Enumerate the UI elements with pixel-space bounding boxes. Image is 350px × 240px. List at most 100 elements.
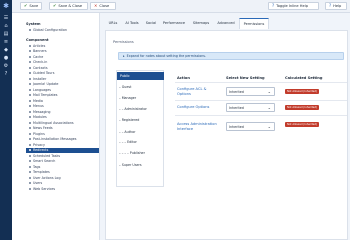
sidebar-item-installer[interactable]: Installer	[26, 76, 99, 81]
menus-icon[interactable]: ≡	[0, 38, 12, 46]
system-icon[interactable]: ⚙	[0, 62, 12, 70]
table-divider	[175, 100, 347, 101]
toolbar: ✔ Save ✔ Save & Close ✕ Close ? Toggle I…	[12, 0, 350, 13]
sidebar-item-mail-templates[interactable]: Mail Templates	[26, 93, 99, 98]
sidebar-item-label: Guided Tours	[33, 71, 55, 75]
sidebar-item-cache[interactable]: Cache	[26, 54, 99, 59]
sidebar-item-modules[interactable]: Modules	[26, 115, 99, 120]
list-bullet-icon	[29, 99, 31, 102]
list-bullet-icon	[29, 154, 31, 157]
tab-social[interactable]: Social	[143, 18, 159, 29]
list-bullet-icon	[29, 77, 31, 80]
sidebar-item-label: Check-in	[33, 60, 48, 64]
joomla-logo-icon[interactable]: ✱	[2, 2, 10, 10]
tab-urls[interactable]: URLs	[105, 18, 121, 29]
sidebar-item-contacts[interactable]: Contacts	[26, 65, 99, 70]
sidebar-item-scheduled-tasks[interactable]: Scheduled Tasks	[26, 153, 99, 158]
sidebar-item-label: Multilingual Associations	[33, 120, 74, 125]
header-action: Action	[177, 76, 190, 80]
calculated-badge: Not Allowed (Inherited)	[285, 122, 319, 127]
list-bullet-icon	[29, 127, 31, 129]
sidebar-item-guided-tours[interactable]: Guided Tours	[26, 71, 99, 76]
list-bullet-icon	[29, 165, 31, 168]
tab-sitemaps[interactable]: Sitemaps	[190, 18, 212, 29]
setting-select-configure-options[interactable]: Inherited ⌄	[226, 103, 275, 112]
list-bullet-icon	[29, 143, 31, 146]
list-bullet-icon	[29, 94, 31, 96]
toggle-inline-help-button[interactable]: ? Toggle Inline Help	[268, 2, 319, 10]
sidebar-item-user-actions-log[interactable]: User Actions Log	[26, 175, 99, 180]
tab-ai-tools[interactable]: AI Tools	[122, 18, 142, 29]
sidebar-item-languages[interactable]: Languages	[26, 87, 99, 92]
header-select-new-setting: Select New Setting	[226, 76, 265, 80]
sidebar-item-messaging[interactable]: Messaging	[26, 109, 99, 114]
user-group-item[interactable]: – Super Users	[117, 161, 164, 169]
user-group-item[interactable]: Public	[117, 72, 164, 80]
list-bullet-icon	[29, 110, 31, 113]
sidebar-item-joomla-update[interactable]: Joomla! Update	[26, 82, 99, 87]
toggle-help-label: Toggle Inline Help	[276, 4, 308, 8]
sidebar-item-templates[interactable]: Templates	[26, 170, 99, 175]
sidebar-item-label: Menus	[33, 104, 44, 108]
sidebar-item-web-services[interactable]: Web Services	[26, 186, 99, 191]
list-bullet-icon	[29, 66, 31, 69]
save-close-label: Save & Close	[58, 4, 83, 8]
sidebar-item-articles[interactable]: Articles	[26, 43, 99, 48]
sidebar-item-privacy[interactable]: Privacy	[26, 142, 99, 147]
list-bullet-icon	[29, 105, 31, 107]
sidebar-item-banners[interactable]: Banners	[26, 49, 99, 54]
sidebar-item-label: Privacy	[33, 142, 45, 147]
user-group-item[interactable]: – Manager	[117, 94, 164, 102]
component-sidebar: System Global Configuration Component Ar…	[12, 13, 100, 240]
setting-select-access-admin[interactable]: Inherited ⌄	[226, 122, 275, 131]
components-icon[interactable]: ◆	[0, 46, 12, 54]
calculated-badge: Not Allowed (Inherited)	[285, 105, 319, 110]
tab-performance[interactable]: Performance	[160, 18, 188, 29]
toggle-menu-icon[interactable]: ☰	[0, 14, 12, 22]
user-group-item[interactable]: – Guest	[117, 83, 164, 91]
sidebar-item-redirects[interactable]: Redirects	[26, 147, 99, 153]
list-bullet-icon	[29, 160, 31, 162]
sidebar-item-post-installation-messages[interactable]: Post-installation Messages	[26, 137, 99, 142]
user-group-item[interactable]: – – – – Publisher	[117, 149, 164, 157]
permissions-notes-toggle[interactable]: ▸ Expand for notes about setting the per…	[118, 52, 344, 60]
save-icon: ✔	[24, 3, 28, 8]
sidebar-item-multilingual-associations[interactable]: Multilingual Associations	[26, 120, 99, 125]
user-group-item[interactable]: – – Author	[117, 128, 164, 136]
sidebar-item-label: Banners	[33, 49, 47, 53]
sidebar-item-tags[interactable]: Tags	[26, 164, 99, 169]
sidebar-item-menus[interactable]: Menus	[26, 104, 99, 109]
tab-advanced[interactable]: Advanced	[214, 18, 238, 29]
help-button[interactable]: ? Help	[325, 2, 347, 10]
sidebar-item-plugins[interactable]: Plugins	[26, 131, 99, 136]
sidebar-item-label: Smart Search	[33, 159, 56, 163]
save-button[interactable]: ✔ Save	[20, 2, 42, 10]
info-chevron-icon: ▸	[123, 54, 125, 58]
save-close-icon: ✔	[53, 3, 57, 8]
setting-select-configure-acl[interactable]: Inherited ⌄	[226, 87, 275, 96]
sidebar-item-global-configuration[interactable]: Global Configuration	[26, 27, 99, 32]
sidebar-item-label: Users	[33, 181, 43, 185]
save-close-button[interactable]: ✔ Save & Close	[49, 2, 88, 10]
sidebar-item-users[interactable]: Users	[26, 181, 99, 186]
help-icon[interactable]: ?	[0, 70, 12, 78]
sidebar-item-label: Plugins	[33, 131, 45, 136]
sidebar-item-smart-search[interactable]: Smart Search	[26, 159, 99, 164]
table-divider	[175, 82, 347, 83]
user-group-item[interactable]: – – Administrator	[117, 105, 164, 113]
sidebar-item-label: Contacts	[33, 65, 48, 70]
sidebar-item-label: Modules	[33, 115, 47, 119]
sidebar-item-media[interactable]: Media	[26, 98, 99, 103]
user-group-item[interactable]: – – – Editor	[117, 138, 164, 146]
user-group-item[interactable]: – Registered	[117, 116, 164, 124]
list-bullet-icon	[29, 61, 31, 63]
sidebar-item-check-in[interactable]: Check-in	[26, 60, 99, 65]
tab-permissions[interactable]: Permissions	[239, 18, 269, 29]
content-icon[interactable]: ▤	[0, 30, 12, 38]
sidebar-item-news-feeds[interactable]: News Feeds	[26, 126, 99, 131]
sidebar-item-label: Redirects	[33, 148, 49, 152]
sidebar-item-label: Articles	[33, 43, 46, 48]
home-icon[interactable]: ⌂	[0, 22, 12, 30]
users-icon[interactable]: ●	[0, 54, 12, 62]
close-button[interactable]: ✕ Close	[90, 2, 116, 10]
